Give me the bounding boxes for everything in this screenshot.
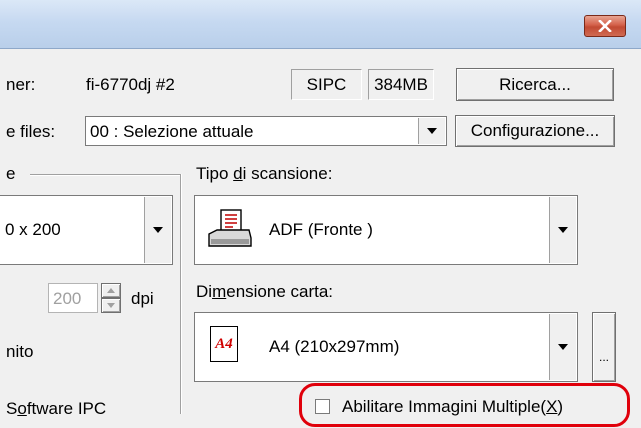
spin-down-button[interactable] xyxy=(101,298,121,313)
memory-badge-text: 384MB xyxy=(374,74,428,94)
scan-type-dropdown-arrow[interactable] xyxy=(549,197,576,263)
resolution-selected: 0 x 200 xyxy=(5,220,61,239)
scan-type-label: Tipo di scansione: xyxy=(196,164,333,183)
paper-a4-icon-text: A4 xyxy=(215,335,233,352)
close-x-icon xyxy=(598,20,612,32)
spin-up-icon xyxy=(107,288,115,293)
paper-size-more-button[interactable]: ... xyxy=(592,312,616,382)
paper-size-dropdown-arrow[interactable] xyxy=(549,314,576,380)
title-bar xyxy=(0,0,641,49)
dpi-unit-label: dpi xyxy=(131,289,154,308)
spin-up-button[interactable] xyxy=(101,283,121,298)
profile-select[interactable]: 00 : Selezione attuale xyxy=(85,116,447,146)
resolution-group-border xyxy=(30,174,180,176)
paper-size-select[interactable]: A4 A4 (210x297mm) xyxy=(194,312,578,382)
chevron-down-icon xyxy=(558,344,568,350)
chevron-down-icon xyxy=(153,227,163,233)
resolution-group-title: e xyxy=(6,164,16,183)
custom-dpi-spinner[interactable] xyxy=(101,283,121,313)
ipc-badge-text: SIPC xyxy=(306,74,347,94)
scan-type-selected: ADF (Fronte ) xyxy=(269,220,373,239)
chevron-down-icon xyxy=(558,227,568,233)
search-button-label: Ricerca... xyxy=(499,74,571,94)
paper-size-selected: A4 (210x297mm) xyxy=(269,337,400,356)
scan-type-select[interactable]: ADF (Fronte ) xyxy=(194,195,578,265)
software-ipc-label[interactable]: Software IPC xyxy=(6,399,106,419)
ipc-badge: SIPC xyxy=(291,69,362,100)
paper-size-label: Dimensione carta: xyxy=(196,282,334,301)
multi-image-checkbox[interactable] xyxy=(315,399,330,414)
configuration-button[interactable]: Configurazione... xyxy=(455,115,615,147)
spin-down-icon xyxy=(107,303,115,308)
resolution-group-right-border xyxy=(180,174,182,414)
resolution-dropdown-arrow[interactable] xyxy=(144,197,171,263)
search-button[interactable]: Ricerca... xyxy=(456,68,614,101)
adf-scanner-icon xyxy=(208,209,252,247)
profile-dropdown-arrow[interactable] xyxy=(418,118,445,144)
profile-selected: 00 : Selezione attuale xyxy=(90,122,254,141)
scanner-name: fi-6770dj #2 xyxy=(86,75,175,94)
resolution-select[interactable]: 0 x 200 xyxy=(0,195,173,265)
close-button[interactable] xyxy=(584,15,626,37)
memory-badge: 384MB xyxy=(368,69,434,100)
configuration-button-label: Configurazione... xyxy=(470,121,600,140)
custom-dpi-input[interactable]: 200 xyxy=(48,283,98,313)
paper-size-more-label: ... xyxy=(598,350,609,364)
scanner-label: ner: xyxy=(6,75,36,94)
paper-a4-icon: A4 xyxy=(210,326,238,362)
chevron-down-icon xyxy=(427,128,437,134)
custom-resolution-label: nito xyxy=(6,342,34,361)
multi-image-label[interactable]: Abilitare Immagini Multiple(X) xyxy=(342,397,563,417)
profile-label: e files: xyxy=(6,122,56,141)
custom-dpi-value: 200 xyxy=(53,289,82,308)
